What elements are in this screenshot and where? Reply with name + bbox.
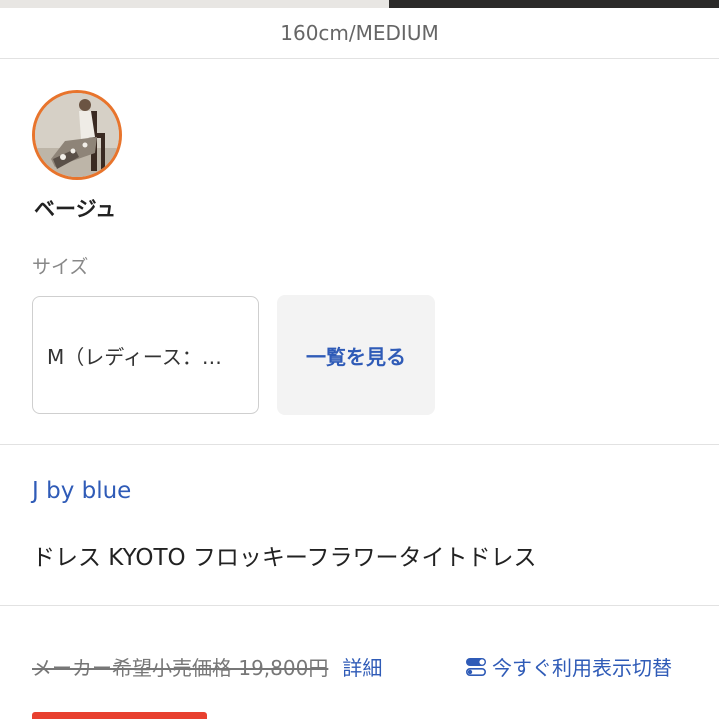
product-photo-dark-area (389, 0, 719, 8)
product-title: ドレス KYOTO フロッキーフラワータイトドレス (32, 545, 537, 571)
color-swatch-beige[interactable] (32, 90, 122, 180)
msrp-price: メーカー希望小売価格 19,800円 (32, 656, 329, 680)
size-label: サイズ (32, 256, 89, 278)
product-photo-edge (0, 0, 719, 8)
brand-link[interactable]: J by blue (32, 478, 131, 504)
instant-use-toggle-label: 今すぐ利用表示切替 (492, 656, 672, 680)
sale-badge-edge (32, 712, 207, 719)
color-name: ベージュ (34, 197, 117, 221)
section-divider (0, 605, 719, 606)
swatch-photo (35, 93, 119, 177)
price-row: メーカー希望小売価格 19,800円 詳細 (32, 652, 382, 681)
size-select-option[interactable]: M（レディース：… (32, 296, 259, 414)
view-size-list-button[interactable]: 一覧を見る (277, 295, 435, 415)
section-divider (0, 444, 719, 445)
size-select-value: M（レディース：… (47, 344, 222, 369)
toggle-switch-icon (465, 657, 486, 676)
view-size-list-label: 一覧を見る (306, 344, 406, 369)
price-detail-link[interactable]: 詳細 (342, 652, 382, 681)
model-size-caption: 160cm/MEDIUM (0, 8, 719, 59)
instant-use-toggle[interactable]: 今すぐ利用表示切替 (464, 652, 672, 681)
